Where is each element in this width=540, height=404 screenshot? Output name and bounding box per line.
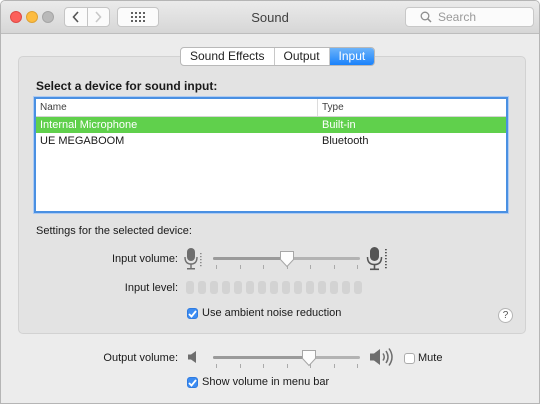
- checkmark-icon: [188, 309, 197, 318]
- slider-tick: [286, 364, 288, 368]
- show-all-button[interactable]: [117, 7, 159, 27]
- slider-tick: [333, 265, 335, 269]
- level-segment: [330, 281, 338, 294]
- level-segment: [246, 281, 254, 294]
- input-level-meter: [186, 281, 362, 294]
- level-segment: [258, 281, 266, 294]
- slider-tick: [310, 265, 311, 269]
- level-segment: [354, 281, 362, 294]
- device-name: Internal Microphone: [40, 119, 138, 131]
- device-name: UE MEGABOOM: [40, 135, 125, 147]
- output-volume-slider[interactable]: [213, 356, 360, 359]
- speaker-low-icon: [188, 351, 196, 363]
- slider-tick: [239, 364, 241, 368]
- output-volume-fill: [213, 356, 309, 359]
- column-header-type[interactable]: Type: [318, 99, 344, 116]
- search-input[interactable]: [438, 10, 528, 24]
- grid-icon: [131, 12, 145, 22]
- settings-heading: Settings for the selected device:: [36, 225, 192, 237]
- speaker-high-icon: [370, 348, 393, 366]
- show-volume-label[interactable]: Show volume in menu bar: [202, 376, 329, 388]
- minimize-window-button[interactable]: [26, 11, 38, 23]
- level-segment: [222, 281, 230, 294]
- mute-checkbox[interactable]: [404, 353, 415, 364]
- mute-label[interactable]: Mute: [418, 352, 442, 364]
- level-segment: [318, 281, 326, 294]
- ambient-noise-checkbox[interactable]: [187, 308, 198, 319]
- help-button[interactable]: ?: [498, 308, 513, 323]
- level-segment: [234, 281, 242, 294]
- close-window-button[interactable]: [10, 11, 22, 23]
- slider-tick: [357, 265, 358, 269]
- back-button[interactable]: [65, 8, 87, 26]
- input-volume-knob[interactable]: [279, 250, 295, 268]
- slider-tick: [357, 364, 358, 368]
- preference-tabs: Sound Effects Output Input: [180, 47, 376, 66]
- slider-tick: [263, 364, 264, 368]
- level-segment: [342, 281, 350, 294]
- microphone-high-icon: [366, 247, 387, 271]
- chevron-right-icon: [95, 11, 102, 23]
- navigation-buttons: [64, 7, 110, 27]
- device-selection-heading: Select a device for sound input:: [36, 79, 218, 93]
- tab-sound-effects[interactable]: Sound Effects: [181, 48, 273, 65]
- table-row[interactable]: UE MEGABOOM Bluetooth: [36, 133, 506, 149]
- chevron-left-icon: [72, 11, 79, 23]
- level-segment: [186, 281, 194, 294]
- slider-tick: [239, 265, 241, 269]
- microphone-low-icon: [184, 248, 202, 270]
- input-level-label: Input level:: [124, 282, 178, 294]
- device-type: Bluetooth: [322, 135, 369, 147]
- search-field[interactable]: [405, 7, 534, 27]
- show-volume-checkbox[interactable]: [187, 377, 198, 388]
- forward-button[interactable]: [86, 8, 110, 26]
- level-segment: [270, 281, 278, 294]
- slider-tick: [263, 265, 264, 269]
- output-volume-label: Output volume:: [103, 352, 178, 364]
- input-volume-fill: [213, 257, 287, 260]
- magnifier-icon: [420, 11, 432, 23]
- checkmark-icon: [188, 378, 197, 387]
- slider-tick: [216, 265, 217, 269]
- table-header: Name Type: [36, 99, 506, 117]
- output-volume-knob[interactable]: [301, 349, 317, 367]
- sound-preferences-window: Sound Sound Effects Output Input Select …: [0, 0, 540, 404]
- ambient-noise-label[interactable]: Use ambient noise reduction: [202, 307, 341, 319]
- input-device-table[interactable]: Name Type Internal Microphone Built-in U…: [34, 97, 508, 213]
- tab-input[interactable]: Input: [328, 48, 375, 65]
- title-bar: Sound: [1, 1, 539, 34]
- slider-tick: [216, 364, 217, 368]
- slider-tick: [333, 364, 335, 368]
- tab-output[interactable]: Output: [273, 48, 329, 65]
- table-row[interactable]: Internal Microphone Built-in: [36, 117, 506, 133]
- column-header-name[interactable]: Name: [36, 99, 318, 116]
- level-segment: [210, 281, 218, 294]
- input-volume-label: Input volume:: [111, 253, 178, 265]
- device-type: Built-in: [322, 119, 356, 131]
- zoom-window-button[interactable]: [42, 11, 54, 23]
- level-segment: [306, 281, 314, 294]
- level-segment: [198, 281, 206, 294]
- level-segment: [282, 281, 290, 294]
- level-segment: [294, 281, 302, 294]
